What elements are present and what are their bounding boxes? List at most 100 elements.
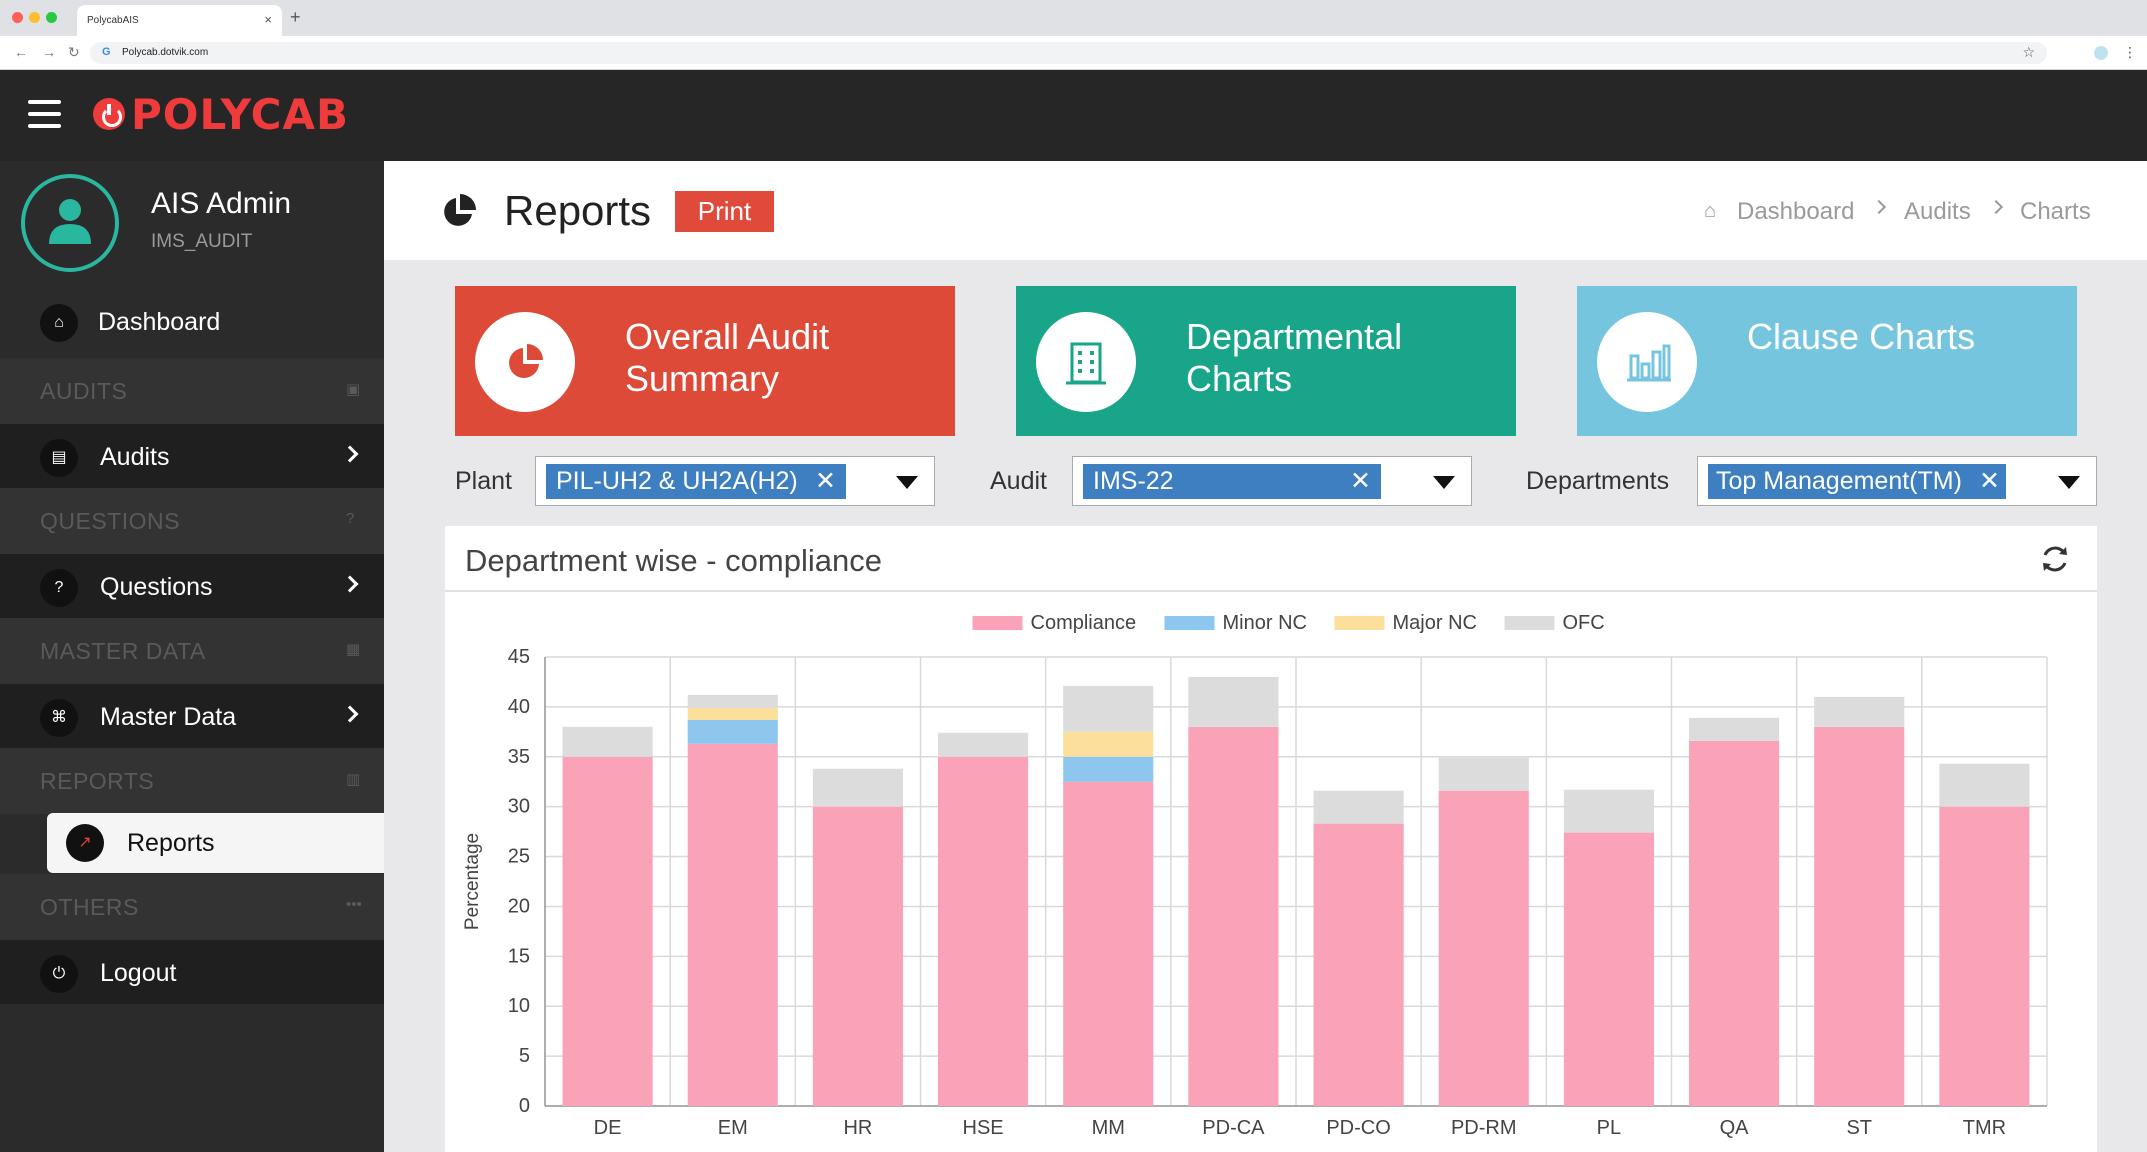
sidebar-item-label: Questions	[100, 573, 213, 601]
y-tick-label: 10	[508, 995, 530, 1017]
sidebar-item-logout[interactable]: ⏻ Logout	[0, 940, 384, 1004]
bar-segment	[687, 743, 778, 1106]
caret-down-icon[interactable]	[2058, 476, 2080, 489]
y-tick-label: 45	[508, 646, 530, 668]
y-tick-label: 30	[508, 796, 530, 818]
x-tick-label: MM	[1092, 1117, 1125, 1139]
section-others: OTHERS •••	[0, 874, 384, 940]
remove-chip-icon[interactable]: ✕	[815, 464, 836, 499]
section-label: OTHERS	[40, 894, 139, 920]
new-tab-icon[interactable]: +	[290, 7, 301, 28]
section-label: REPORTS	[40, 768, 155, 794]
trend-chart-icon: ↗	[66, 824, 104, 862]
question-small-icon: ?	[346, 510, 355, 527]
section-label: MASTER DATA	[40, 638, 206, 664]
departments-chip: Top Management(TM) ✕	[1708, 464, 2006, 499]
x-tick-label: QA	[1720, 1117, 1750, 1139]
url-field[interactable]: G Polycab.dotvik.com ☆	[90, 42, 2047, 64]
section-reports: REPORTS ▥	[0, 748, 384, 814]
caret-down-icon[interactable]	[1433, 476, 1455, 489]
reload-icon[interactable]: ↻	[68, 44, 80, 61]
card-title: Overall Audit Summary	[625, 316, 830, 399]
browser-tab[interactable]: PolycabAIS ×	[77, 5, 282, 36]
breadcrumb-chevron-icon	[1988, 199, 2004, 215]
x-tick-label: HR	[843, 1117, 872, 1139]
card-clause-charts[interactable]: Clause Charts	[1577, 286, 2077, 436]
bar-segment	[812, 768, 903, 807]
forward-icon[interactable]: →	[42, 44, 56, 60]
bar-segment	[562, 726, 653, 757]
refresh-icon[interactable]	[2039, 544, 2071, 574]
power-icon: ⏻	[40, 955, 78, 993]
x-tick-label: EM	[718, 1117, 748, 1139]
user-icon	[49, 199, 91, 244]
legend-label: Compliance	[1031, 612, 1137, 634]
x-tick-label: PL	[1597, 1117, 1621, 1139]
sidebar-item-label: Audits	[100, 443, 170, 471]
y-tick-label: 0	[519, 1095, 530, 1117]
tab-close-icon[interactable]: ×	[264, 12, 272, 27]
bar-segment	[1814, 726, 1905, 1106]
briefcase-icon: ▣	[346, 381, 361, 398]
x-tick-label: ST	[1846, 1117, 1872, 1139]
section-questions: QUESTIONS ?	[0, 488, 384, 554]
bar-chart-small-icon: ▥	[346, 771, 361, 788]
user-name: AIS Admin	[151, 187, 292, 220]
remove-chip-icon[interactable]: ✕	[1979, 464, 2000, 499]
sidebar-item-master-data[interactable]: ⌘ Master Data	[0, 684, 384, 748]
y-tick-label: 25	[508, 846, 530, 868]
card-departmental-charts[interactable]: Departmental Charts	[1016, 286, 1516, 436]
card-icon-circle	[1597, 312, 1697, 412]
card-title: Departmental Charts	[1186, 316, 1403, 399]
breadcrumb-dashboard[interactable]: Dashboard	[1737, 198, 1854, 226]
card-icon-circle	[475, 312, 575, 412]
card-title: Clause Charts	[1747, 316, 1976, 357]
bar-segment	[1063, 731, 1154, 757]
bar-segment	[1313, 823, 1404, 1106]
print-button[interactable]: Print	[675, 191, 774, 232]
sidebar-item-dashboard[interactable]: ⌂ Dashboard	[0, 291, 384, 355]
bar-segment	[1438, 757, 1529, 791]
hamburger-menu-icon[interactable]	[28, 100, 61, 128]
sidebar-item-questions[interactable]: ? Questions	[0, 554, 384, 618]
x-tick-label: PD-CO	[1326, 1117, 1390, 1139]
breadcrumb-audits[interactable]: Audits	[1904, 198, 1971, 226]
sidebar-item-label: Reports	[127, 829, 215, 857]
back-icon[interactable]: ←	[14, 44, 28, 60]
card-overall-audit-summary[interactable]: Overall Audit Summary	[455, 286, 955, 436]
profile-avatar[interactable]	[2094, 46, 2108, 60]
audit-chip: IMS-22 ✕	[1083, 464, 1381, 499]
departments-select[interactable]: Top Management(TM) ✕	[1697, 456, 2097, 506]
app-header: POLYCAB	[0, 70, 2147, 161]
user-avatar	[21, 174, 119, 272]
plant-select[interactable]: PIL-UH2 & UH2A(H2) ✕	[535, 456, 935, 506]
sidebar-item-label: Dashboard	[98, 308, 221, 336]
remove-chip-icon[interactable]: ✕	[1350, 464, 1371, 499]
bar-segment	[1939, 763, 2030, 807]
bookmark-star-icon[interactable]: ☆	[2022, 44, 2035, 61]
bar-segment	[687, 719, 778, 744]
ellipsis-icon: •••	[346, 896, 362, 913]
compliance-panel: Department wise - compliance 0 5 10 15 20 25 3…	[445, 526, 2097, 1152]
browser-menu-icon[interactable]: ⋮	[2123, 44, 2137, 61]
sidebar-item-audits[interactable]: ▤ Audits	[0, 424, 384, 488]
bar-segment	[1438, 790, 1529, 1106]
bar-segment	[938, 756, 1029, 1106]
panel-title: Department wise - compliance	[465, 543, 882, 578]
close-window-button[interactable]	[12, 12, 23, 23]
page-header: Reports Print ⌂ Dashboard Audits Charts	[384, 161, 2147, 260]
bar-segment	[1313, 790, 1404, 824]
legend-swatch	[1334, 616, 1385, 630]
chip-label: PIL-UH2 & UH2A(H2)	[556, 467, 798, 495]
power-logo-icon	[93, 98, 125, 130]
audit-select[interactable]: IMS-22 ✕	[1072, 456, 1472, 506]
maximize-window-button[interactable]	[46, 12, 57, 23]
home-icon: ⌂	[1704, 200, 1717, 222]
clipboard-icon: ▤	[40, 439, 78, 477]
sidebar-item-reports[interactable]: ↗ Reports	[47, 813, 384, 873]
address-bar: ← → ↻ G Polycab.dotvik.com ☆ ⋮	[0, 36, 2147, 70]
caret-down-icon[interactable]	[896, 476, 918, 489]
sidebar-item-label: Logout	[100, 959, 177, 987]
minimize-window-button[interactable]	[29, 12, 40, 23]
browser-tab-strip: PolycabAIS × +	[0, 0, 2147, 36]
